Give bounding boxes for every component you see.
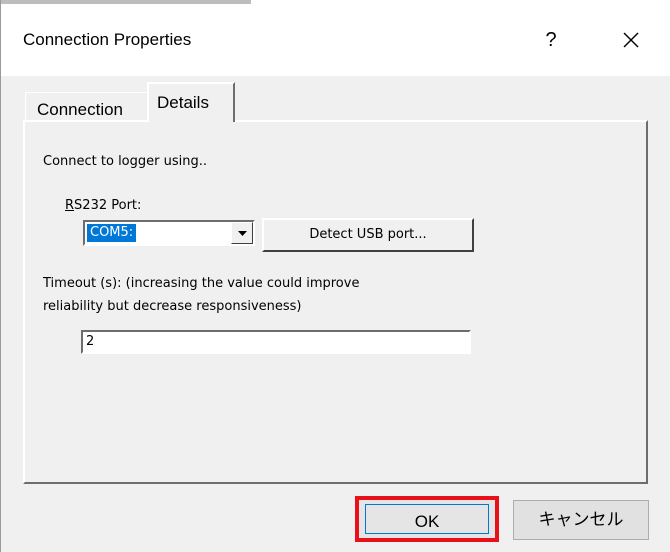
tab-connection[interactable]: Connection [25,92,149,122]
tab-details[interactable]: Details [147,82,235,122]
connect-intro-label: Connect to logger using.. [43,154,207,169]
connection-properties-dialog: Connection Properties ? Connection Detai… [0,0,670,552]
close-button[interactable] [613,22,649,58]
timeout-label-line2: reliability but decrease responsiveness) [43,299,302,314]
ok-button[interactable]: OK [355,496,499,542]
rs232-port-label: RS232 Port: [65,198,141,213]
rs232-port-label-access-key: R [65,198,75,213]
timeout-input[interactable]: 2 [81,330,471,354]
timeout-label-line1: Timeout (s): (increasing the value could… [43,276,360,291]
rs232-port-label-text: S232 Port: [74,198,142,213]
help-button[interactable]: ? [533,22,569,58]
dialog-body: Connection Details Connect to logger usi… [1,76,670,552]
dropdown-arrow-button[interactable] [231,222,253,244]
ok-button-label: OK [414,512,440,531]
detect-usb-port-button[interactable]: Detect USB port... [262,218,474,252]
window-title: Connection Properties [23,30,192,49]
close-icon [623,32,639,48]
title-bar[interactable]: Connection Properties ? [1,4,670,76]
rs232-port-select[interactable]: COM5: [83,220,255,246]
rs232-port-selected-value: COM5: [85,223,138,243]
details-tab-panel: Connect to logger using.. RS232 Port: CO… [23,120,648,484]
chevron-down-icon [238,231,247,236]
cancel-button[interactable]: キャンセル [513,500,649,540]
